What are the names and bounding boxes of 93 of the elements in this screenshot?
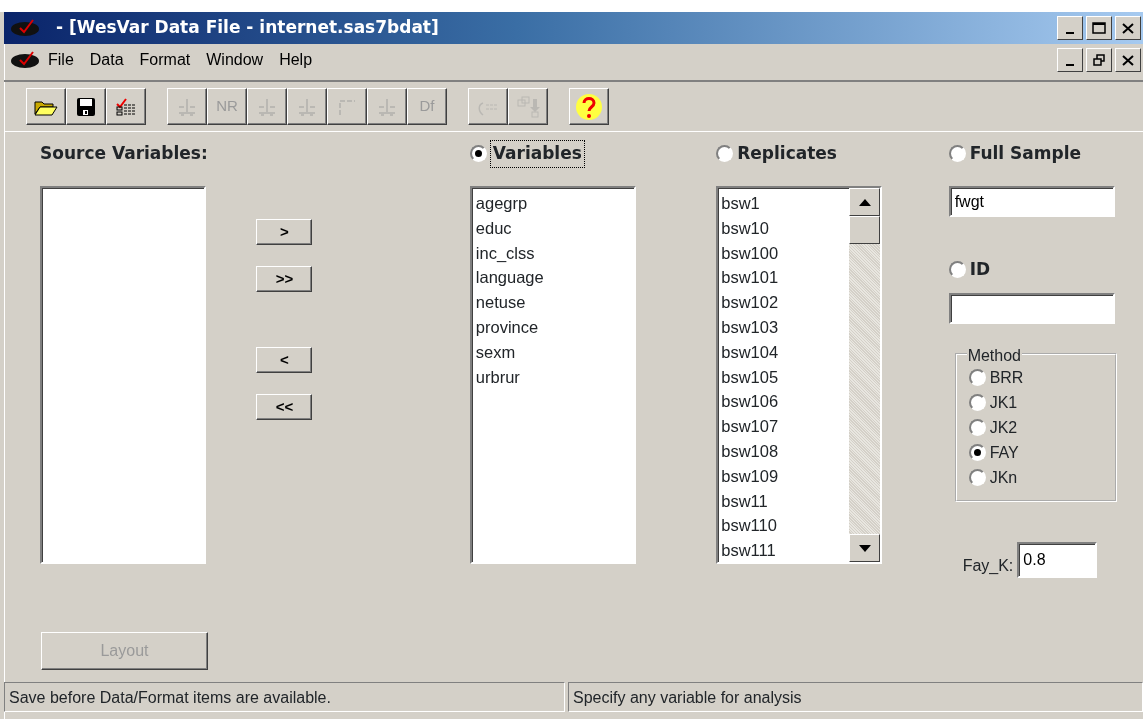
radio-button[interactable] — [968, 419, 986, 436]
radio-label[interactable]: JKn — [989, 465, 1018, 490]
down-arrow-icon — [858, 544, 871, 552]
menu-item[interactable]: Help — [279, 48, 313, 72]
up-arrow-icon — [858, 198, 871, 206]
copy-down-icon — [516, 95, 540, 118]
list-item[interactable]: bsw100 — [721, 240, 850, 266]
menu-item[interactable]: Window — [206, 48, 264, 72]
list-item[interactable]: bsw103 — [721, 315, 850, 340]
app-logo-icon — [10, 18, 40, 38]
list-item[interactable]: bsw107 — [721, 414, 850, 439]
app-logo-icon — [10, 50, 40, 70]
list-item[interactable]: netuse — [475, 290, 630, 315]
list-item[interactable]: bsw11 — [721, 488, 850, 514]
list-item[interactable]: bsw1 — [721, 191, 850, 216]
field-label: Fay_K: — [962, 556, 1014, 576]
radio-button[interactable] — [968, 469, 986, 486]
list-item[interactable]: bsw101 — [721, 265, 850, 291]
toolbar-button[interactable] — [569, 88, 609, 125]
list-item[interactable]: inc_clss — [475, 240, 630, 266]
toolbar-button[interactable] — [66, 88, 106, 125]
move-button[interactable]: < — [256, 347, 313, 373]
scroll-down-button[interactable] — [849, 534, 881, 562]
balance-icon — [256, 96, 278, 117]
balance-icon — [296, 96, 318, 117]
status-text: Save before Data/Format items are available. — [4, 682, 565, 712]
close-icon — [1122, 54, 1134, 66]
text-field[interactable]: fwgt — [948, 186, 1115, 217]
toolbar-button[interactable] — [26, 88, 66, 125]
move-button[interactable]: > — [256, 219, 313, 245]
field-label: Source Variables: — [40, 142, 209, 165]
variables-list[interactable]: agegrp educ inc_clss language netuse province sexm urbrur — [469, 186, 636, 564]
radio-button[interactable] — [968, 369, 986, 386]
radio-label[interactable]: JK1 — [989, 390, 1018, 415]
radio-label[interactable]: Variables — [490, 141, 584, 167]
list-item[interactable]: bsw108 — [721, 438, 850, 464]
restore-button[interactable] — [1086, 48, 1112, 72]
list-item[interactable]: agegrp — [475, 191, 630, 216]
list-item[interactable]: language — [475, 265, 630, 291]
text-field[interactable] — [948, 293, 1115, 324]
replicates-list[interactable]: bsw1 bsw10 bsw100 bsw101 bsw102 bsw103 bsw104 bsw105 bsw106 bsw107 bsw108 bsw109 bsw11 bsw110 bsw111 — [716, 186, 883, 564]
list-item[interactable]: bsw106 — [721, 389, 850, 415]
radio-label[interactable]: JK2 — [989, 415, 1018, 440]
help-icon — [575, 92, 603, 121]
balance-icon — [176, 96, 198, 117]
list-item[interactable]: bsw105 — [721, 364, 850, 390]
balance-icon — [376, 96, 398, 117]
maximize-button[interactable] — [1086, 16, 1112, 40]
list-item[interactable]: bsw111 — [721, 538, 850, 563]
source-list[interactable] — [40, 186, 206, 564]
menu-item[interactable]: File — [48, 48, 74, 72]
radio-button[interactable] — [948, 261, 966, 279]
scroll-up-button[interactable] — [849, 188, 881, 216]
list-item[interactable]: educ — [475, 215, 630, 241]
menu-item[interactable]: Data — [89, 48, 124, 72]
window-title: - [WesVar Data File - internet.sas7bdat] — [56, 16, 439, 40]
radio-button[interactable] — [716, 145, 734, 163]
radio-button[interactable] — [948, 145, 966, 163]
list-item[interactable]: bsw102 — [721, 290, 850, 315]
list-item[interactable]: province — [475, 315, 630, 340]
toolbar-button[interactable] — [106, 88, 146, 125]
text-field[interactable]: 0.8 — [1017, 542, 1098, 578]
scrollbar[interactable] — [849, 188, 881, 562]
radio-button[interactable] — [469, 145, 487, 163]
move-button[interactable]: >> — [256, 266, 313, 292]
close-button[interactable] — [1115, 16, 1141, 40]
radio-label[interactable]: FAY — [989, 440, 1019, 465]
status-text: Specify any variable for analysis — [568, 682, 1143, 712]
list-item[interactable]: urbrur — [475, 364, 630, 390]
list-item[interactable]: bsw104 — [721, 339, 850, 365]
menu-item[interactable]: Format — [139, 48, 191, 72]
radio-label[interactable]: ID — [969, 257, 991, 283]
close-icon — [1122, 22, 1134, 34]
minimize-button[interactable] — [1057, 48, 1083, 72]
radio-button[interactable] — [968, 394, 986, 411]
radio-label[interactable]: Replicates — [737, 141, 837, 167]
radio-button[interactable] — [968, 444, 986, 461]
maximize-icon — [1092, 22, 1106, 34]
close-button[interactable] — [1115, 48, 1141, 72]
minimize-button[interactable] — [1057, 16, 1083, 40]
save-icon — [76, 96, 96, 117]
move-button[interactable]: << — [256, 394, 313, 420]
checklist-icon — [115, 96, 137, 117]
list-item[interactable]: bsw110 — [721, 513, 850, 539]
minimize-icon — [1066, 64, 1074, 66]
restore-icon — [1093, 54, 1105, 66]
radio-label[interactable]: Full Sample — [969, 141, 1082, 167]
list-item[interactable]: bsw10 — [721, 215, 850, 241]
list-item[interactable]: bsw109 — [721, 463, 850, 489]
minimize-icon — [1066, 32, 1074, 34]
list-item[interactable]: sexm — [475, 339, 630, 365]
radio-label[interactable]: BRR — [989, 365, 1024, 390]
scroll-thumb[interactable] — [849, 216, 881, 244]
